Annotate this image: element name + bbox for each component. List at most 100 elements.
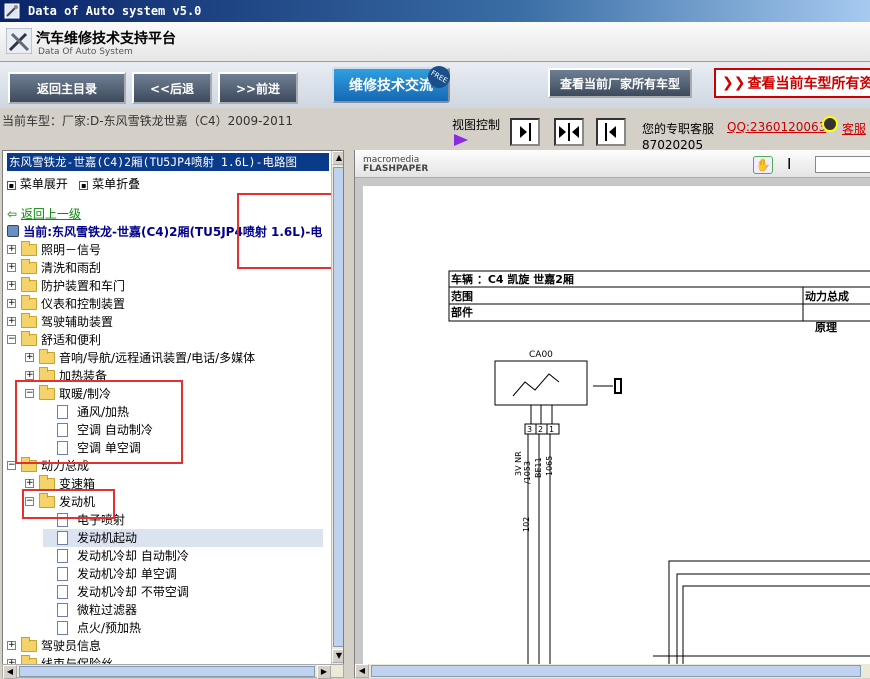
tree-doc-item[interactable]: 点火/预加热 (43, 619, 323, 637)
document-icon (57, 567, 68, 581)
text-cursor-icon[interactable]: I (787, 155, 791, 173)
expand-node-icon[interactable]: + (25, 371, 34, 380)
tree-folder-item[interactable]: + 防护装置和车门 (7, 277, 323, 295)
tree-title: 东风雪铁龙-世嘉(C4)2厢(TU5JP4喷射 1.6L)-电路图 (7, 153, 329, 171)
window-title-bar: Data of Auto system v5.0 (0, 0, 870, 22)
tree-folder-item[interactable]: + 驾驶辅助装置 (7, 313, 323, 331)
tree-folder-item[interactable]: + 驾驶员信息 (7, 637, 323, 655)
tree-doc-item[interactable]: 发动机冷却 自动制冷 (43, 547, 323, 565)
tree-item-label: 发动机冷却 不带空调 (77, 585, 189, 599)
expand-node-icon[interactable]: + (7, 641, 16, 650)
wire-number: 102 (522, 517, 531, 532)
viewer-toolbar: macromedia FLASHPAPER ✋ I (355, 150, 870, 178)
tree-vertical-scrollbar[interactable]: ▲ ▼ (331, 151, 343, 665)
folder-icon (21, 637, 37, 652)
folder-icon (21, 295, 37, 310)
customer-service-link[interactable]: 客服 (842, 120, 866, 137)
back-button[interactable]: <<后退 (132, 72, 212, 104)
tree-doc-item[interactable]: 发动机起动 (43, 529, 323, 547)
qq-penguin-icon[interactable] (822, 116, 838, 132)
document-icon (57, 621, 68, 635)
tree-folder-item[interactable]: − 舒适和便利 (7, 331, 323, 349)
tools-logo-icon (6, 28, 32, 54)
wire-label-4: 1065 (545, 456, 554, 476)
forward-button[interactable]: >>前进 (218, 72, 298, 104)
document-icon (57, 585, 68, 599)
tree-item-label: 音响/导航/远程通讯装置/电话/多媒体 (59, 351, 256, 365)
tree-item-label: 发动机起动 (77, 531, 138, 545)
tree-item-label: 点火/预加热 (77, 621, 142, 635)
wire-label-2: /1053 (523, 461, 532, 484)
expand-node-icon[interactable]: + (7, 317, 16, 326)
tree-doc-item[interactable]: 发动机冷却 单空调 (43, 565, 323, 583)
viewer-scroll-left-icon[interactable]: ◀ (355, 664, 369, 678)
collapse-icon[interactable]: ▪ (79, 181, 89, 190)
scroll-up-icon[interactable]: ▲ (332, 151, 343, 165)
h-scroll-thumb[interactable] (19, 666, 315, 677)
folder-icon (21, 313, 37, 328)
scroll-thumb[interactable] (333, 167, 343, 647)
viewer-scroll-thumb[interactable] (371, 665, 861, 677)
tree-folder-item[interactable]: + 仪表和控制装置 (7, 295, 323, 313)
search-input[interactable] (815, 156, 870, 173)
vehicle-cell: 车辆 ：C4 凯旋 世嘉2厢 (451, 272, 574, 286)
brand-subtitle: Data Of Auto System (38, 47, 133, 57)
pin-3: 3 (527, 425, 532, 434)
expand-all-button[interactable]: 菜单展开 (20, 177, 68, 191)
back-up-link[interactable]: ⇦ 返回上一级 (7, 205, 81, 223)
wire-label-1: 3V NR (514, 451, 523, 476)
scroll-down-icon[interactable]: ▼ (332, 649, 343, 663)
view-expand-right-button[interactable] (510, 118, 540, 146)
expand-node-icon[interactable]: + (7, 245, 16, 254)
system-cell: 动力总成 (805, 289, 849, 303)
scroll-right-icon[interactable]: ▶ (317, 665, 331, 679)
collapse-all-button[interactable]: 菜单折叠 (92, 177, 140, 191)
tree-doc-item[interactable]: 微粒过滤器 (43, 601, 323, 619)
wiring-diagram: 车辆 ：C4 凯旋 世嘉2厢 范围 部件 动力总成 原理 CA00 3 2 1 … (448, 270, 870, 664)
arrow-left-bar-icon (605, 123, 616, 141)
expand-node-icon[interactable]: + (7, 263, 16, 272)
folder-icon (21, 277, 37, 292)
hand-tool-icon[interactable]: ✋ (753, 156, 773, 174)
tree-item-label: 防护装置和车门 (41, 279, 126, 293)
document-icon (57, 603, 68, 617)
pin-1: 1 (549, 425, 554, 434)
view-split-button[interactable] (554, 118, 584, 146)
all-info-button[interactable]: ❯❯ 查看当前车型所有资 (714, 68, 870, 98)
viewer-horizontal-scrollbar[interactable]: ◀ (355, 664, 870, 678)
flashpaper-logo: macromedia FLASHPAPER (363, 155, 429, 174)
part-cell: 部件 (451, 305, 473, 319)
view-expand-left-button[interactable] (596, 118, 626, 146)
view-control-label: 视图控制 (452, 118, 501, 132)
flashpaper-viewer: macromedia FLASHPAPER ✋ I 车辆 ：C4 凯旋 世嘉2厢 … (354, 150, 870, 678)
disk-icon (7, 225, 19, 237)
folder-icon (39, 349, 55, 364)
scroll-left-icon[interactable]: ◀ (3, 665, 17, 679)
app-header: 汽车维修技术支持平台 Data Of Auto System (0, 22, 870, 62)
home-button[interactable]: 返回主目录 (8, 72, 126, 104)
menu-expand-controls: ▪ 菜单展开 ▪ 菜单折叠 (7, 175, 140, 192)
tree-horizontal-scrollbar[interactable]: ◀ ▶ (2, 664, 344, 679)
folder-icon (21, 241, 37, 256)
expand-node-icon[interactable]: + (7, 299, 16, 308)
pin-2: 2 (538, 425, 543, 434)
tree-doc-item[interactable]: 发动机冷却 不带空调 (43, 583, 323, 601)
tree-item-label: 发动机冷却 自动制冷 (77, 549, 189, 563)
arrow-right-bar-icon (520, 123, 531, 141)
tree-item-label: 驾驶辅助装置 (41, 315, 114, 329)
all-info-label: 查看当前车型所有资 (747, 76, 870, 92)
all-models-button[interactable]: 查看当前厂家所有车型 (548, 68, 692, 98)
double-chevron-icon: ❯❯ (722, 75, 746, 91)
nav-toolbar: 返回主目录 <<后退 >>前进 维修技术交流 FREE 查看当前厂家所有车型 ❯… (0, 61, 870, 108)
tree-item-label: 发动机冷却 单空调 (77, 567, 177, 581)
expand-icon[interactable]: ▪ (7, 181, 16, 190)
app-wrench-icon (4, 3, 20, 19)
expand-node-icon[interactable]: + (25, 353, 34, 362)
tree-item-label: 舒适和便利 (41, 333, 102, 347)
collapse-node-icon[interactable]: − (7, 335, 16, 344)
expand-node-icon[interactable]: + (7, 281, 16, 290)
qq-link[interactable]: QQ:2360120063 (727, 120, 826, 134)
expand-node-icon[interactable]: + (25, 479, 34, 488)
tree-folder-item[interactable]: + 音响/导航/远程通讯装置/电话/多媒体 (25, 349, 323, 367)
annotation-box-2 (15, 380, 183, 464)
